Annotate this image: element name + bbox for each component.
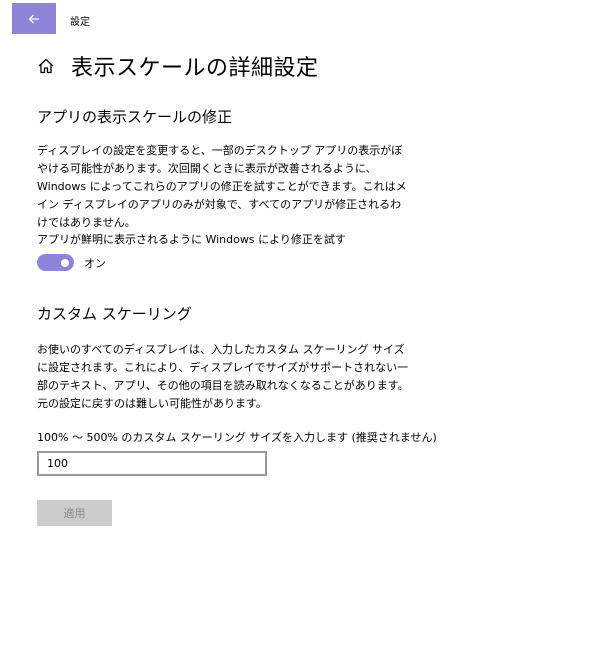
apply-button: 適用 xyxy=(37,500,112,526)
toggle-state-label: オン xyxy=(84,256,106,270)
fix-apps-toggle[interactable] xyxy=(37,254,74,271)
fix-toggle-row: オン xyxy=(37,254,106,271)
custom-scaling-input[interactable] xyxy=(37,451,267,476)
back-arrow-icon xyxy=(28,14,39,23)
fix-toggle-label: アプリが鮮明に表示されるように Windows により修正を試す xyxy=(37,233,346,246)
window-title: 設定 xyxy=(70,17,90,28)
fix-section-title: アプリの表示スケールの修正 xyxy=(37,108,233,126)
custom-scaling-input-label: 100% 〜 500% のカスタム スケーリング サイズを入力します (推奨され… xyxy=(37,431,437,444)
page-header: 表示スケールの詳細設定 xyxy=(37,50,319,82)
toggle-knob xyxy=(61,258,69,267)
home-icon xyxy=(38,58,54,74)
fix-section-description: ディスプレイの設定を変更すると、一部のデスクトップ アプリの表示がぼやける可能性… xyxy=(37,144,407,229)
page-title: 表示スケールの詳細設定 xyxy=(71,56,319,81)
title-bar: 設定 xyxy=(0,0,600,36)
custom-scaling-title: カスタム スケーリング xyxy=(37,305,192,323)
custom-scaling-description: お使いのすべてのディスプレイは、入力したカスタム スケーリング サイズに設定され… xyxy=(37,343,409,410)
back-button[interactable] xyxy=(12,3,56,34)
